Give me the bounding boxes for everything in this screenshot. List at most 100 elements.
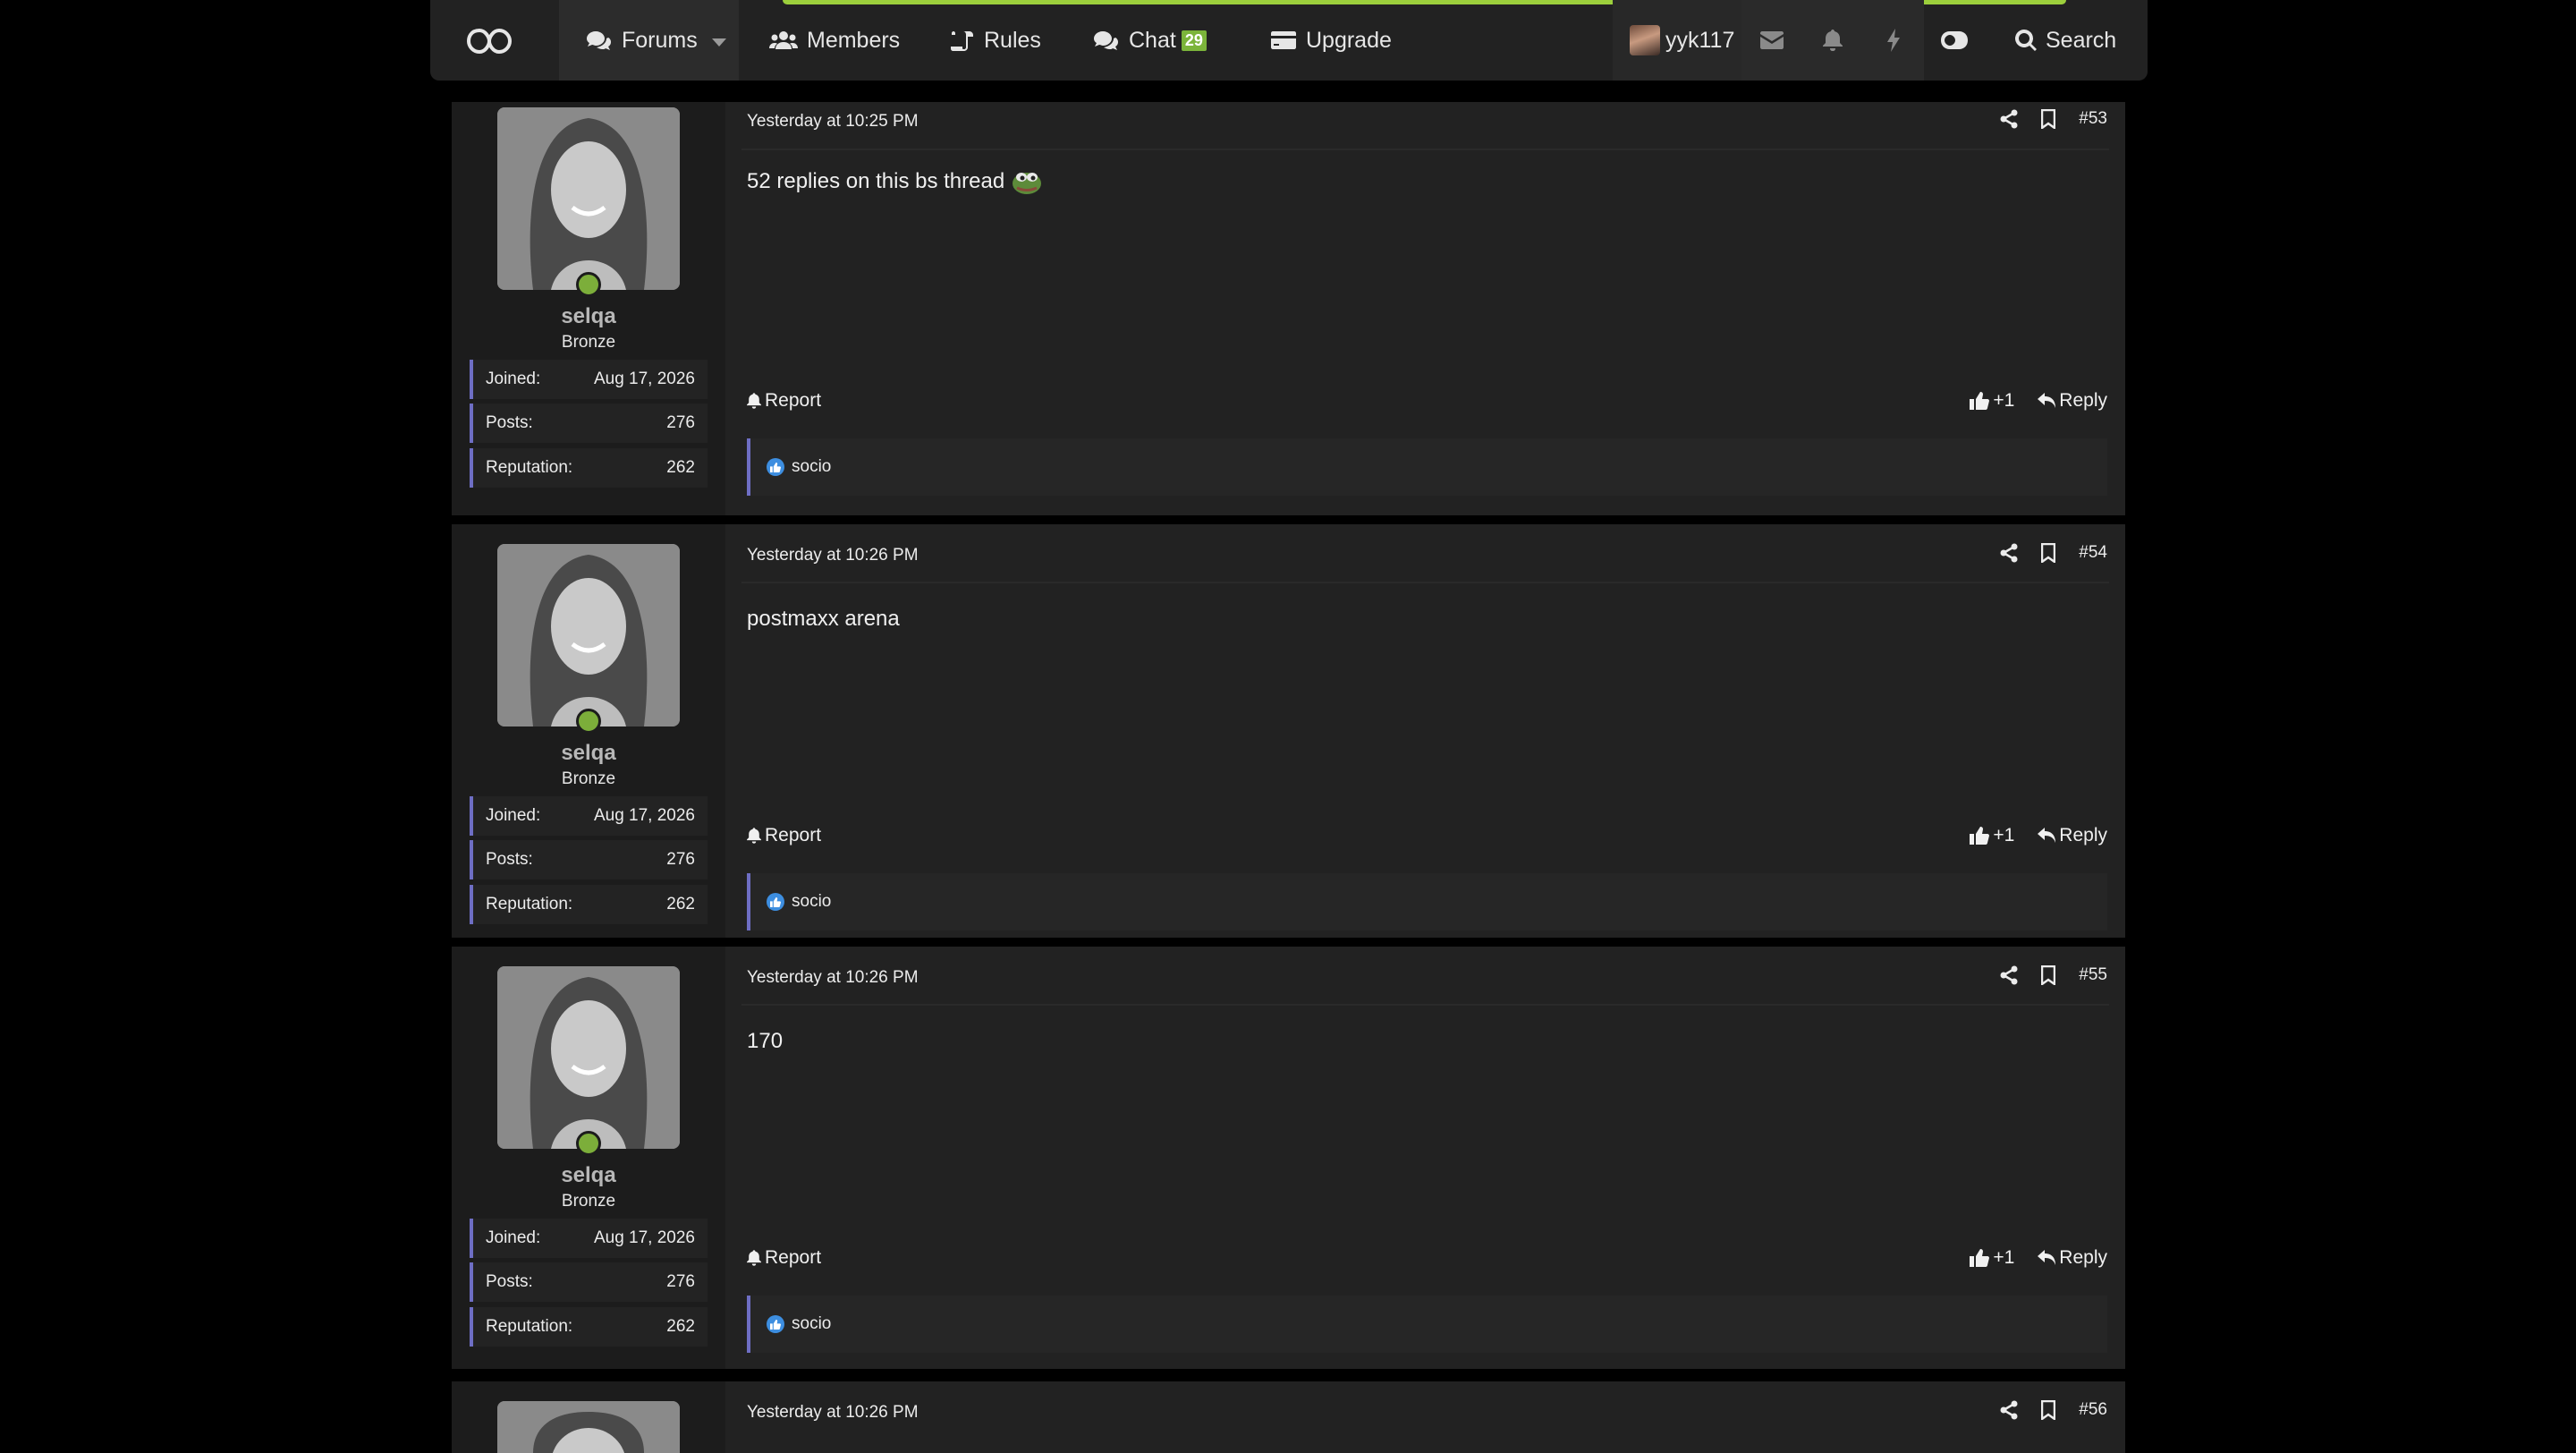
chat-unread-badge: 29 [1181, 30, 1207, 51]
inbox-button[interactable] [1741, 0, 1802, 81]
chevron-down-icon[interactable] [712, 38, 726, 47]
post-date[interactable]: Yesterday at 10:25 PM [747, 112, 919, 132]
nav-upgrade[interactable]: Upgrade [1270, 0, 1392, 81]
stat-label: Reputation: [486, 1317, 573, 1336]
post-content: Yesterday at 10:25 PM #53 52 replies on … [725, 102, 2125, 515]
stat-joined: Joined: Aug 17, 2026 [470, 1219, 708, 1258]
site-logo-icon[interactable] [467, 27, 512, 55]
share-icon[interactable] [2000, 1400, 2018, 1420]
stat-value: Aug 17, 2026 [593, 370, 695, 388]
avatar-portrait [497, 966, 680, 1149]
share-icon[interactable] [2000, 543, 2018, 563]
bookmark-icon[interactable] [2041, 109, 2056, 129]
stat-label: Reputation: [486, 895, 573, 913]
thumbs-up-icon [1970, 1249, 1990, 1267]
post-tools: #55 [2000, 965, 2107, 985]
alerts-button[interactable] [1802, 0, 1863, 81]
user-rank: Bronze [561, 769, 616, 788]
stat-posts: Posts: 276 [470, 1262, 708, 1302]
post-tools: #53 [2000, 109, 2107, 129]
post-date[interactable]: Yesterday at 10:26 PM [747, 546, 919, 565]
stat-value: Aug 17, 2026 [593, 1228, 695, 1247]
like-button[interactable]: +1 [1970, 390, 2014, 412]
nav-upgrade-label: Upgrade [1306, 27, 1392, 53]
report-button[interactable]: Report [747, 1247, 821, 1269]
post-author-name[interactable]: selqa [452, 741, 725, 766]
envelope-icon [1760, 31, 1784, 49]
stat-label: Joined: [486, 806, 541, 825]
user-avatar[interactable] [497, 107, 680, 290]
reaction-user[interactable]: socio [792, 457, 831, 477]
whats-new-button[interactable] [1863, 0, 1924, 81]
like-reaction-icon [767, 1315, 784, 1333]
reactions-bar[interactable]: socio [747, 873, 2107, 930]
like-reaction-icon [767, 893, 784, 911]
post-number[interactable]: #55 [2079, 965, 2107, 985]
share-icon[interactable] [2000, 965, 2018, 985]
reply-icon [2038, 393, 2056, 408]
reactions-bar[interactable]: socio [747, 1296, 2107, 1353]
reply-button[interactable]: Reply [2038, 825, 2107, 846]
user-avatar[interactable] [497, 544, 680, 726]
post-date[interactable]: Yesterday at 10:26 PM [747, 968, 919, 988]
stat-value: 262 [666, 895, 695, 913]
divider [741, 149, 2109, 150]
reaction-user[interactable]: socio [792, 1314, 831, 1334]
stat-value: Aug 17, 2026 [593, 806, 695, 825]
reaction-user[interactable]: socio [792, 892, 831, 912]
stat-value: 276 [666, 850, 695, 869]
post-date[interactable]: Yesterday at 10:26 PM [747, 1403, 919, 1423]
post-number[interactable]: #56 [2079, 1400, 2107, 1420]
nav-forums-label: Forums [622, 27, 698, 53]
user-rank: Bronze [561, 333, 616, 352]
post-user-panel [452, 1381, 725, 1453]
post-tools: #56 [2000, 1400, 2107, 1420]
nav-rules[interactable]: Rules [950, 0, 1041, 81]
bookmark-icon[interactable] [2041, 543, 2056, 563]
stat-value: 276 [666, 1272, 695, 1291]
post-user-panel: selqa Bronze Joined: Aug 17, 2026 Posts: 2… [452, 524, 725, 938]
post-body: 170 [747, 1029, 783, 1054]
user-avatar[interactable] [497, 966, 680, 1149]
nav-chat-label: Chat [1129, 27, 1176, 53]
online-status-indicator [576, 1131, 601, 1156]
like-button[interactable]: +1 [1970, 825, 2014, 846]
stat-value: 262 [666, 458, 695, 477]
like-reaction-icon [767, 458, 784, 476]
avatar-portrait [497, 544, 680, 726]
share-icon[interactable] [2000, 109, 2018, 129]
online-status-indicator [576, 272, 601, 297]
bell-icon [747, 1250, 761, 1266]
user-avatar[interactable] [497, 1401, 680, 1453]
like-button[interactable]: +1 [1970, 1247, 2014, 1269]
user-rank: Bronze [561, 1192, 616, 1211]
report-button[interactable]: Report [747, 825, 821, 846]
nav-search[interactable]: Search [2015, 0, 2116, 81]
post-actions: Report +1 Reply [747, 1247, 2107, 1269]
reply-button[interactable]: Reply [2038, 1247, 2107, 1269]
post-text: postmaxx arena [747, 607, 900, 631]
bookmark-icon[interactable] [2041, 1400, 2056, 1420]
nav-user-account[interactable]: yyk117 [1613, 0, 1741, 81]
post-number[interactable]: #53 [2079, 109, 2107, 129]
search-icon [2015, 30, 2037, 51]
nav-members[interactable]: Members [769, 0, 900, 81]
stat-reputation: Reputation: 262 [470, 448, 708, 488]
credit-card-icon [1271, 31, 1296, 49]
theme-toggle-button[interactable] [1924, 0, 1985, 81]
post-author-name[interactable]: selqa [452, 1163, 725, 1188]
stat-label: Joined: [486, 370, 541, 388]
nav-members-label: Members [807, 27, 901, 53]
report-button[interactable]: Report [747, 390, 821, 412]
reactions-bar[interactable]: socio [747, 438, 2107, 496]
bookmark-icon[interactable] [2041, 965, 2056, 985]
post-author-name[interactable]: selqa [452, 304, 725, 329]
reply-button[interactable]: Reply [2038, 390, 2107, 412]
post-number[interactable]: #54 [2079, 543, 2107, 563]
toggle-icon [1941, 31, 1968, 49]
stat-posts: Posts: 276 [470, 840, 708, 879]
nav-chat[interactable]: Chat 29 [1093, 0, 1207, 81]
nav-username: yyk117 [1665, 27, 1735, 53]
comments-icon [587, 31, 611, 50]
like-label: +1 [1993, 825, 2015, 845]
